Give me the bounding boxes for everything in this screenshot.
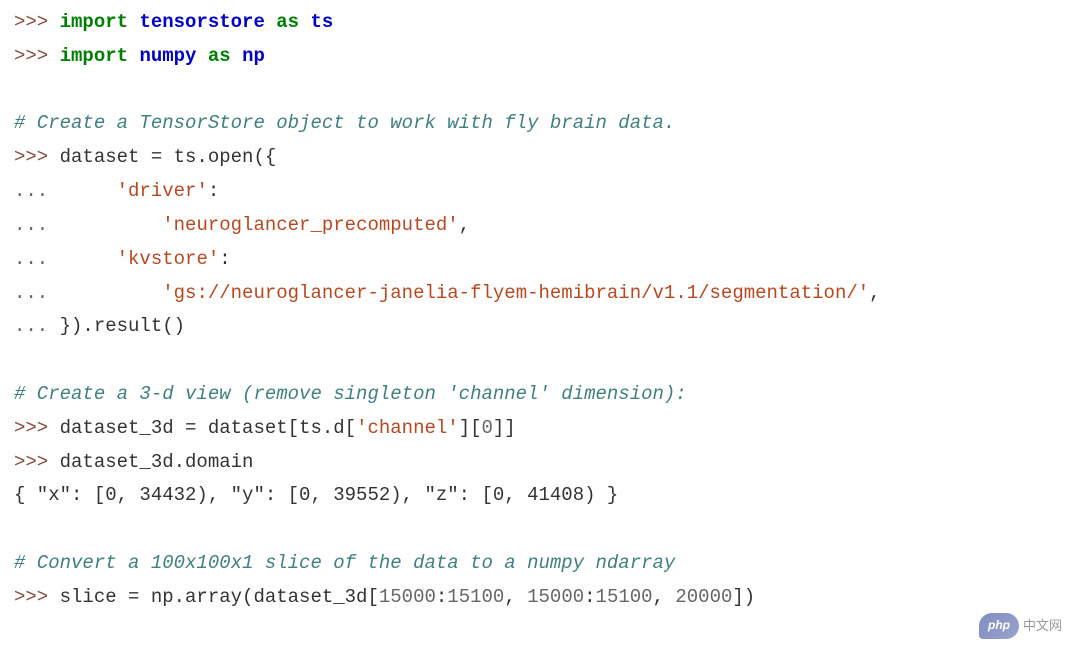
code-segment: >>> bbox=[14, 451, 60, 473]
code-segment: , bbox=[459, 214, 470, 236]
code-segment: { "x": [0, 34432), "y": [0, 39552), "z":… bbox=[14, 484, 618, 506]
code-segment: ts bbox=[310, 11, 333, 33]
code-segment: 15100 bbox=[596, 586, 653, 608]
code-segment: import bbox=[60, 11, 128, 33]
code-segment: # Convert a 100x100x1 slice of the data … bbox=[14, 552, 675, 574]
code-segment bbox=[128, 11, 139, 33]
code-segment: 'kvstore' bbox=[117, 248, 220, 270]
code-segment: ]) bbox=[732, 586, 755, 608]
code-segment: 20000 bbox=[675, 586, 732, 608]
code-segment: import bbox=[60, 45, 128, 67]
code-segment: : bbox=[436, 586, 447, 608]
code-segment bbox=[231, 45, 242, 67]
code-line-4: >>> dataset = ts.open({ bbox=[14, 141, 1066, 175]
code-line-6: ... 'neuroglancer_precomputed', bbox=[14, 209, 1066, 243]
code-line-2 bbox=[14, 74, 1066, 108]
code-line-7: ... 'kvstore': bbox=[14, 243, 1066, 277]
code-segment bbox=[196, 45, 207, 67]
code-segment: ]] bbox=[493, 417, 516, 439]
code-segment: >>> bbox=[14, 11, 60, 33]
code-line-13: >>> dataset_3d.domain bbox=[14, 446, 1066, 480]
code-block: >>> import tensorstore as ts>>> import n… bbox=[14, 6, 1066, 615]
code-line-9: ... }).result() bbox=[14, 310, 1066, 344]
code-line-17: >>> slice = np.array(dataset_3d[15000:15… bbox=[14, 581, 1066, 615]
code-segment: >>> bbox=[14, 417, 60, 439]
code-segment: ... bbox=[14, 282, 162, 304]
code-segment: , bbox=[869, 282, 880, 304]
code-segment: slice = np.array(dataset_3d[ bbox=[60, 586, 379, 608]
code-segment: >>> bbox=[14, 586, 60, 608]
watermark-text: 中文网 bbox=[1023, 614, 1062, 637]
code-line-1: >>> import numpy as np bbox=[14, 40, 1066, 74]
code-segment: numpy bbox=[139, 45, 196, 67]
code-segment: 'neuroglancer_precomputed' bbox=[162, 214, 458, 236]
php-logo-icon bbox=[979, 613, 1019, 639]
code-segment: : bbox=[208, 180, 219, 202]
code-segment: dataset_3d.domain bbox=[60, 451, 254, 473]
code-segment: as bbox=[276, 11, 299, 33]
code-line-8: ... 'gs://neuroglancer-janelia-flyem-hem… bbox=[14, 277, 1066, 311]
code-segment: 15000 bbox=[527, 586, 584, 608]
code-segment: dataset_3d = dataset[ts.d[ bbox=[60, 417, 356, 439]
code-line-12: >>> dataset_3d = dataset[ts.d['channel']… bbox=[14, 412, 1066, 446]
code-segment: # Create a 3-d view (remove singleton 'c… bbox=[14, 383, 687, 405]
code-line-11: # Create a 3-d view (remove singleton 'c… bbox=[14, 378, 1066, 412]
code-segment bbox=[299, 11, 310, 33]
code-segment: >>> bbox=[14, 45, 60, 67]
code-segment: 15000 bbox=[379, 586, 436, 608]
code-segment: : bbox=[584, 586, 595, 608]
code-segment: ... bbox=[14, 180, 117, 202]
code-segment: : bbox=[219, 248, 230, 270]
watermark: 中文网 bbox=[979, 613, 1062, 639]
code-segment bbox=[14, 79, 25, 101]
code-segment: 'channel' bbox=[356, 417, 459, 439]
code-segment: 'driver' bbox=[117, 180, 208, 202]
code-segment: 0 bbox=[482, 417, 493, 439]
code-segment: , bbox=[504, 586, 527, 608]
code-segment: >>> bbox=[14, 146, 60, 168]
code-segment: ... bbox=[14, 315, 60, 337]
code-segment: }).result() bbox=[60, 315, 185, 337]
code-segment: ... bbox=[14, 214, 162, 236]
code-segment bbox=[14, 518, 25, 540]
code-line-15 bbox=[14, 513, 1066, 547]
code-segment: ][ bbox=[459, 417, 482, 439]
code-line-14: { "x": [0, 34432), "y": [0, 39552), "z":… bbox=[14, 479, 1066, 513]
code-line-5: ... 'driver': bbox=[14, 175, 1066, 209]
code-segment: , bbox=[653, 586, 676, 608]
code-segment: tensorstore bbox=[139, 11, 264, 33]
code-line-10 bbox=[14, 344, 1066, 378]
code-line-3: # Create a TensorStore object to work wi… bbox=[14, 107, 1066, 141]
code-segment: 'gs://neuroglancer-janelia-flyem-hemibra… bbox=[162, 282, 869, 304]
code-segment: 15100 bbox=[447, 586, 504, 608]
code-segment: # Create a TensorStore object to work wi… bbox=[14, 112, 675, 134]
code-segment bbox=[14, 349, 25, 371]
code-segment: ... bbox=[14, 248, 117, 270]
code-segment: np bbox=[242, 45, 265, 67]
code-segment bbox=[128, 45, 139, 67]
code-line-0: >>> import tensorstore as ts bbox=[14, 6, 1066, 40]
code-segment bbox=[265, 11, 276, 33]
code-line-16: # Convert a 100x100x1 slice of the data … bbox=[14, 547, 1066, 581]
code-segment: dataset = ts.open({ bbox=[60, 146, 277, 168]
code-segment: as bbox=[208, 45, 231, 67]
